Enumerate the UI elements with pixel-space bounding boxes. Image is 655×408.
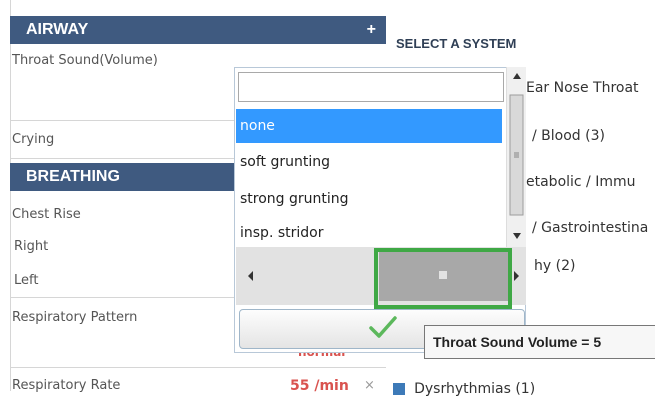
dropdown-search-input[interactable] (238, 72, 504, 102)
system-item[interactable]: / Gastrointestina (532, 220, 648, 236)
airway-header[interactable]: AIRWAY + (10, 16, 386, 44)
scroll-down-arrow-icon[interactable] (513, 233, 521, 239)
airway-title: AIRWAY (26, 21, 89, 38)
dropdown-option-soft-grunting[interactable]: soft grunting (236, 145, 502, 179)
checkmark-icon (369, 316, 397, 338)
dropdown-options-list: none soft grunting strong grunting insp.… (236, 107, 504, 247)
chest-rise-right-label: Right (14, 239, 49, 254)
scrollbar-graphics (509, 73, 524, 239)
dropdown-option-strong-grunting[interactable]: strong grunting (236, 182, 502, 216)
system-item[interactable]: Ear Nose Throat (526, 80, 639, 96)
dysrhythmias-label: Dysrhythmias (1) (414, 380, 536, 397)
throat-sound-label: Throat Sound(Volume) (12, 53, 158, 68)
dropdown-option-insp-stridor[interactable]: insp. stridor (236, 219, 502, 247)
chest-rise-label: Chest Rise (12, 207, 81, 222)
respiratory-pattern-label: Respiratory Pattern (12, 310, 138, 325)
scroll-thumb-highlight (374, 248, 512, 309)
dropdown-option-none[interactable]: none (236, 109, 502, 143)
scroll-right-arrow-icon[interactable] (514, 271, 519, 281)
breathing-title: BREATHING (26, 168, 120, 185)
scroll-up-arrow-icon[interactable] (513, 73, 521, 79)
dysrhythmias-item[interactable]: Dysrhythmias (1) (393, 378, 535, 397)
system-item[interactable]: / Blood (3) (532, 128, 605, 144)
add-icon[interactable]: + (367, 16, 376, 44)
crying-label: Crying (12, 132, 55, 147)
scroll-left-arrow-icon[interactable] (248, 271, 253, 281)
chest-rise-left-label: Left (14, 273, 39, 288)
system-color-swatch (393, 382, 405, 395)
dropdown-vertical-scrollbar[interactable] (506, 67, 526, 247)
system-list: Ear Nose Throat / Blood (3) etabolic / I… (510, 60, 655, 290)
respiratory-rate-value: 55 /min (290, 378, 349, 394)
respiratory-rate-row[interactable]: Respiratory Rate 55 /min × (10, 368, 386, 408)
system-item[interactable]: etabolic / Immu (526, 174, 636, 190)
system-item[interactable]: hy (2) (534, 258, 575, 274)
value-tooltip: Throat Sound Volume = 5 (424, 325, 655, 359)
select-system-title: SELECT A SYSTEM (396, 36, 517, 51)
